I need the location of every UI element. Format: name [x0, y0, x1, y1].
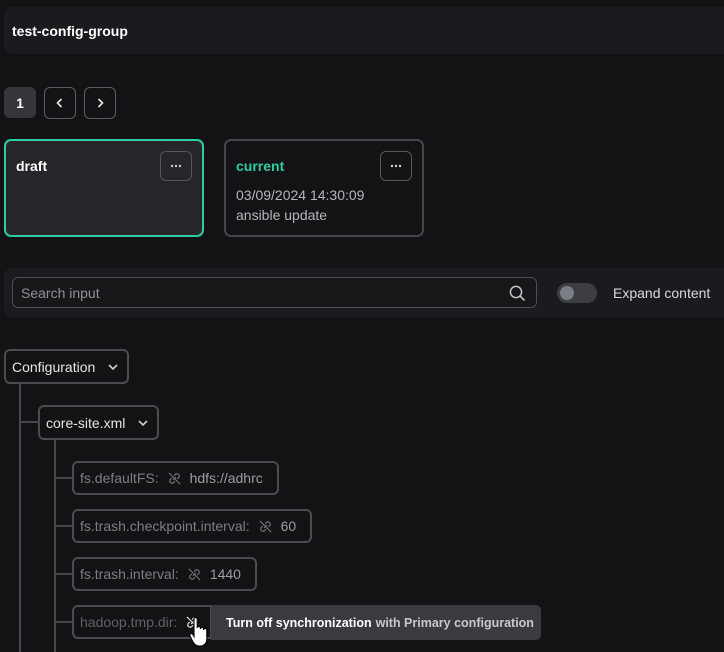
search-field[interactable]	[12, 277, 537, 308]
config-field-row[interactable]: fs.defaultFS: hdfs://adhrc	[72, 461, 279, 495]
chevron-left-icon	[56, 98, 63, 108]
tree-connector	[19, 421, 39, 423]
sync-off-icon[interactable]	[167, 471, 182, 486]
next-page-button[interactable]	[84, 87, 116, 119]
tree-node-configuration[interactable]: Configuration	[4, 349, 130, 384]
chevron-right-icon	[97, 98, 104, 108]
tooltip-text: with Primary configuration	[375, 615, 534, 630]
more-icon	[170, 164, 182, 168]
search-icon[interactable]	[509, 285, 526, 302]
sync-tooltip: Turn off synchronization with Primary co…	[211, 605, 541, 640]
page-number-current[interactable]: 1	[4, 87, 36, 118]
tree-node-label: core-site.xml	[46, 414, 126, 431]
field-key: fs.defaultFS:	[80, 470, 159, 486]
tree-node-core-site[interactable]: core-site.xml	[38, 405, 160, 440]
tree-node-label: Configuration	[12, 358, 96, 375]
version-card-current[interactable]: current 03/09/2024 14:30:09 ansible upda…	[224, 139, 424, 237]
field-key: fs.trash.interval:	[80, 566, 179, 582]
version-name: draft	[16, 158, 48, 174]
config-group-header: test-config-group	[4, 7, 724, 54]
config-field-row[interactable]: fs.trash.interval: 1440	[72, 557, 257, 591]
sync-off-icon[interactable]	[258, 519, 273, 534]
chevron-down-icon	[137, 417, 149, 429]
config-toolbar: Expand content	[4, 268, 724, 317]
toggle-knob	[560, 286, 574, 300]
config-field-row[interactable]: fs.trash.checkpoint.interval: 60	[72, 509, 313, 543]
version-more-button[interactable]	[160, 151, 192, 181]
version-date: 03/09/2024 14:30:09	[236, 187, 365, 203]
expand-content-label[interactable]: Expand content	[613, 285, 710, 301]
chevron-down-icon	[107, 361, 119, 373]
expand-content-toggle[interactable]	[557, 283, 597, 303]
field-value: 60	[280, 518, 297, 534]
field-key: hadoop.tmp.dir:	[80, 614, 178, 630]
tree-connector	[54, 525, 72, 527]
page-title: test-config-group	[12, 23, 128, 39]
sync-off-icon[interactable]	[187, 567, 202, 582]
field-key: fs.trash.checkpoint.interval:	[80, 518, 250, 534]
tree-connector	[54, 477, 72, 479]
tree-connector	[19, 384, 21, 652]
version-name: current	[236, 158, 285, 174]
version-more-button[interactable]	[380, 151, 412, 181]
more-icon	[390, 164, 402, 168]
tree-connector	[54, 621, 72, 623]
version-description: ansible update	[236, 207, 328, 223]
field-value: hdfs://adhrc	[189, 470, 263, 486]
version-card-draft[interactable]: draft	[4, 139, 204, 237]
search-input[interactable]	[13, 278, 503, 307]
tree-connector	[54, 573, 72, 575]
tooltip-bold-text: Turn off synchronization	[226, 615, 372, 630]
prev-page-button[interactable]	[44, 87, 76, 119]
field-value: 1440	[209, 566, 241, 582]
hand-cursor-icon	[189, 617, 208, 647]
